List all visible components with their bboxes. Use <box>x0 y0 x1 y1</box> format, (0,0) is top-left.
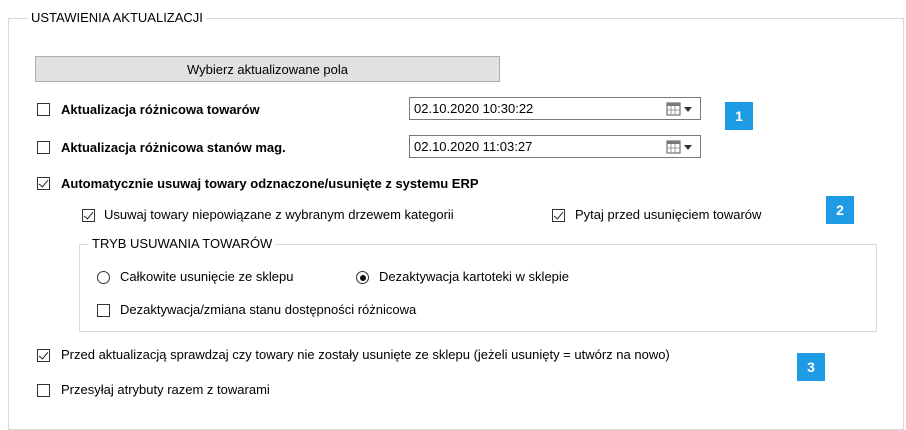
diff-stock-date-value: 02.10.2020 11:03:27 <box>414 139 533 154</box>
calendar-dropdown-icon[interactable] <box>666 140 696 154</box>
diff-products-date-value: 02.10.2020 10:30:22 <box>414 101 534 116</box>
check-deleted-checkbox[interactable] <box>37 349 50 362</box>
remove-mode-title: TRYB USUWANIA TOWARÓW <box>89 236 276 252</box>
badge-2: 2 <box>826 196 854 224</box>
diff-deactivation-checkbox[interactable] <box>97 304 110 317</box>
select-fields-button[interactable]: Wybierz aktualizowane pola <box>35 56 500 82</box>
update-settings-title: USTAWIENIA AKTUALIZACJI <box>28 10 206 26</box>
full-removal-radio[interactable] <box>97 271 110 284</box>
deactivation-radio[interactable] <box>356 271 369 284</box>
calendar-dropdown-icon[interactable] <box>666 102 696 116</box>
diff-deactivation-label: Dezaktywacja/zmiana stanu dostępności ró… <box>120 302 417 317</box>
diff-products-checkbox[interactable] <box>37 103 50 116</box>
remove-unlinked-label: Usuwaj towary niepowiązane z wybranym dr… <box>104 207 454 222</box>
diff-stock-checkbox[interactable] <box>37 141 50 154</box>
deactivation-label: Dezaktywacja kartoteki w sklepie <box>379 269 570 284</box>
diff-products-label: Aktualizacja różnicowa towarów <box>61 102 260 117</box>
badge-1: 1 <box>725 102 753 130</box>
diff-stock-datetime[interactable]: 02.10.2020 11:03:27 <box>409 135 701 158</box>
auto-remove-label: Automatycznie usuwaj towary odznaczone/u… <box>61 176 479 191</box>
ask-before-remove-label: Pytaj przed usunięciem towarów <box>575 207 762 222</box>
check-deleted-label: Przed aktualizacją sprawdzaj czy towary … <box>61 347 670 362</box>
full-removal-label: Całkowite usunięcie ze sklepu <box>120 269 294 284</box>
auto-remove-checkbox[interactable] <box>37 177 50 190</box>
diff-products-datetime[interactable]: 02.10.2020 10:30:22 <box>409 97 701 120</box>
diff-stock-label: Aktualizacja różnicowa stanów mag. <box>61 140 286 155</box>
ask-before-remove-checkbox[interactable] <box>552 209 565 222</box>
send-attributes-checkbox[interactable] <box>37 384 50 397</box>
send-attributes-label: Przesyłaj atrybuty razem z towarami <box>61 382 270 397</box>
badge-3: 3 <box>797 353 825 381</box>
remove-mode-group <box>79 244 877 332</box>
remove-unlinked-checkbox[interactable] <box>82 209 95 222</box>
